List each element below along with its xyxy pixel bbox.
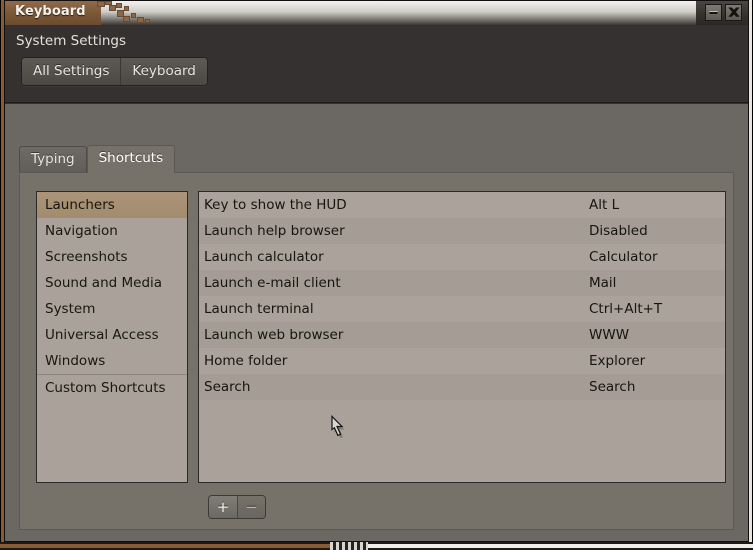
breadcrumb: All Settings Keyboard	[21, 57, 208, 86]
settings-panel: Typing Shortcuts Launchers Navigation Sc…	[5, 104, 748, 541]
shortcut-action: Launch e-mail client	[199, 275, 589, 291]
shortcuts-list[interactable]: Key to show the HUD Alt L Launch help br…	[198, 191, 726, 483]
shortcut-key: Alt L	[589, 197, 619, 213]
tab-typing[interactable]: Typing	[19, 146, 87, 172]
breadcrumb-keyboard[interactable]: Keyboard	[120, 58, 206, 85]
category-list[interactable]: Launchers Navigation Screenshots Sound a…	[36, 191, 188, 483]
plus-icon: +	[217, 500, 230, 515]
minimize-icon	[708, 7, 719, 18]
shortcut-action: Home folder	[199, 353, 589, 369]
table-row[interactable]: Launch calculator Calculator	[199, 244, 725, 270]
shortcut-key: Search	[589, 379, 635, 395]
shortcuts-panes: Launchers Navigation Screenshots Sound a…	[36, 191, 726, 483]
shortcut-key: Explorer	[589, 353, 645, 369]
window-controls	[705, 4, 742, 21]
minimize-button[interactable]	[705, 4, 722, 21]
tab-bar: Typing Shortcuts	[19, 146, 175, 172]
settings-header: System Settings All Settings Keyboard	[5, 25, 748, 103]
table-row[interactable]: Launch web browser WWW	[199, 322, 725, 348]
titlebar-highlight-band	[101, 1, 699, 25]
shortcut-key: WWW	[589, 327, 629, 343]
desktop-bottom-panel	[0, 542, 753, 550]
sidebar-item-screenshots[interactable]: Screenshots	[37, 244, 187, 270]
window-titlebar[interactable]: Keyboard	[5, 1, 748, 25]
sidebar-item-windows[interactable]: Windows	[37, 348, 187, 374]
page-title: System Settings	[16, 33, 126, 49]
panel-right-segment	[368, 544, 753, 548]
sidebar-item-custom-shortcuts[interactable]: Custom Shortcuts	[37, 374, 187, 400]
sidebar-item-system[interactable]: System	[37, 296, 187, 322]
table-row[interactable]: Launch e-mail client Mail	[199, 270, 725, 296]
shortcut-action: Launch web browser	[199, 327, 589, 343]
keyboard-settings-window: Keyboard	[4, 0, 749, 542]
shortcut-key: Calculator	[589, 249, 658, 265]
shortcut-key: Disabled	[589, 223, 648, 239]
application-body: System Settings All Settings Keyboard Ty…	[5, 25, 748, 541]
shortcut-action: Key to show the HUD	[199, 197, 589, 213]
add-remove-buttons: + −	[208, 495, 266, 519]
table-row[interactable]: Launch help browser Disabled	[199, 218, 725, 244]
desktop: Keyboard	[0, 0, 753, 550]
close-icon	[728, 7, 740, 19]
close-button[interactable]	[725, 4, 742, 21]
panel-left-segment	[0, 544, 330, 548]
shortcuts-tab-page: Launchers Navigation Screenshots Sound a…	[19, 172, 734, 530]
window-title: Keyboard	[15, 4, 86, 19]
sidebar-item-sound-and-media[interactable]: Sound and Media	[37, 270, 187, 296]
tab-shortcuts[interactable]: Shortcuts	[87, 145, 176, 173]
sidebar-item-launchers[interactable]: Launchers	[37, 192, 187, 218]
remove-shortcut-button[interactable]: −	[237, 496, 265, 518]
shortcut-key: Ctrl+Alt+T	[589, 301, 662, 317]
add-shortcut-button[interactable]: +	[209, 496, 237, 518]
shortcut-action: Launch terminal	[199, 301, 589, 317]
sidebar-item-universal-access[interactable]: Universal Access	[37, 322, 187, 348]
titlebar-pixel-decoration	[97, 1, 167, 25]
shortcut-key: Mail	[589, 275, 616, 291]
table-row[interactable]: Search Search	[199, 374, 725, 400]
table-row[interactable]: Home folder Explorer	[199, 348, 725, 374]
table-row[interactable]: Key to show the HUD Alt L	[199, 192, 725, 218]
minus-icon: −	[245, 500, 258, 515]
panel-grip-ticks	[330, 542, 368, 550]
table-row[interactable]: Launch terminal Ctrl+Alt+T	[199, 296, 725, 322]
shortcut-action: Search	[199, 379, 589, 395]
shortcut-action: Launch help browser	[199, 223, 589, 239]
breadcrumb-all-settings[interactable]: All Settings	[22, 58, 120, 85]
shortcut-action: Launch calculator	[199, 249, 589, 265]
sidebar-item-navigation[interactable]: Navigation	[37, 218, 187, 244]
